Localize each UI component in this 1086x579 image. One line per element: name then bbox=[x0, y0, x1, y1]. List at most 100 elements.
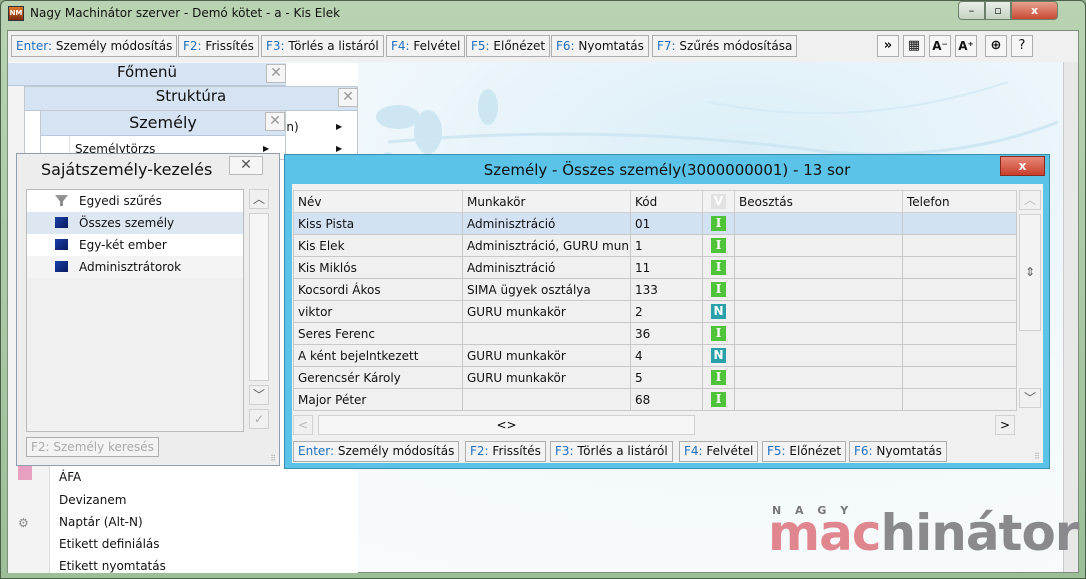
szemely-menu-close-icon[interactable]: ✕ bbox=[265, 112, 285, 131]
person-search-button[interactable]: F2: Személy keresés bbox=[26, 437, 159, 457]
menu-item-naptar[interactable]: Naptár (Alt-N) bbox=[59, 515, 143, 529]
cell-kod: 36 bbox=[630, 322, 703, 345]
cell-munkakor: SIMA ügyek osztálya bbox=[462, 278, 631, 301]
grid-vscroll-thumb[interactable]: ⇕ bbox=[1019, 214, 1041, 331]
menu-item-afa[interactable]: ÁFA bbox=[59, 470, 81, 484]
window-title: Nagy Machinátor szerver - Demó kötet - a… bbox=[30, 6, 341, 20]
cell-nev: Kis Miklós bbox=[293, 256, 463, 279]
cell-telefon bbox=[902, 366, 1017, 389]
table-row[interactable]: A ként bejelntkezett GURU munkakör 4 N bbox=[293, 344, 1017, 367]
close-button[interactable]: x bbox=[1011, 1, 1058, 20]
table-row[interactable]: Kis ElekAdminisztráció, GURU munkakör1I bbox=[293, 234, 1017, 257]
grid-scroll-left-icon[interactable]: < bbox=[293, 415, 313, 435]
toolbar-print-button[interactable]: F6: Nyomtatás bbox=[551, 35, 649, 57]
afa-icon bbox=[18, 466, 32, 480]
check-icon[interactable]: ✓ bbox=[249, 409, 269, 429]
grid-window: Személy - Összes személy(3000000001) - 1… bbox=[284, 154, 1050, 469]
menu-item-devizanem[interactable]: Devizanem bbox=[59, 493, 126, 507]
sajat-close-icon[interactable]: ✕ bbox=[229, 156, 263, 175]
grid-refresh-button[interactable]: F2: Frissítés bbox=[465, 441, 546, 462]
table-row[interactable]: Kis Miklós Adminisztráció 11 I bbox=[293, 256, 1017, 279]
cell-kod: 5 bbox=[630, 366, 703, 389]
cell-munkakor: GURU munkakör bbox=[462, 300, 631, 323]
menu-item-etikett-def[interactable]: Etikett definiálás bbox=[59, 537, 160, 551]
grid-scroll-up-icon[interactable]: ︿ bbox=[1019, 190, 1041, 210]
cell-v: I bbox=[702, 388, 735, 411]
layout-icon[interactable]: ▦ bbox=[903, 35, 925, 57]
grid-delete-button[interactable]: F3: Törlés a listáról bbox=[550, 441, 673, 462]
list-item-egyedi[interactable]: Egyedi szűrés bbox=[27, 190, 243, 212]
cell-telefon bbox=[902, 344, 1017, 367]
cell-kod: 68 bbox=[630, 388, 703, 411]
cell-telefon bbox=[902, 300, 1017, 323]
toolbar-delete-button[interactable]: F3: Törlés a listáról bbox=[261, 35, 384, 57]
list-item-egy-ket[interactable]: Egy-két ember bbox=[27, 234, 243, 256]
list-item-adminisztratorok[interactable]: Adminisztrátorok bbox=[27, 256, 243, 278]
table-row[interactable]: Gerencsér Károly GURU munkakör 5 I bbox=[293, 366, 1017, 389]
cell-telefon bbox=[902, 388, 1017, 411]
column-header-v[interactable]: V bbox=[702, 190, 735, 213]
scroll-down-icon[interactable]: ﹀ bbox=[249, 385, 269, 405]
cell-telefon bbox=[902, 322, 1017, 345]
grid-scroll-right-icon[interactable]: > bbox=[995, 415, 1015, 435]
sajat-scrollbar[interactable] bbox=[249, 213, 269, 381]
grid-window-title: Személy - Összes személy(3000000001) - 1… bbox=[483, 161, 851, 179]
toolbar-filter-button[interactable]: F7: Szűrés módosítása bbox=[652, 35, 798, 57]
column-header-telefon[interactable]: Telefon bbox=[902, 190, 1017, 213]
cell-kod: 133 bbox=[630, 278, 703, 301]
table-row[interactable]: Major Péter 68 I bbox=[293, 388, 1017, 411]
table-row[interactable]: Kiss Pista Adminisztráció 01 I bbox=[293, 212, 1017, 235]
navigate-icon[interactable]: ⊕ bbox=[985, 35, 1007, 57]
submenu-arrow-icon: ▶ bbox=[336, 144, 343, 153]
column-header-nev[interactable]: Név bbox=[293, 190, 463, 213]
scroll-up-icon[interactable]: ︿ bbox=[249, 189, 269, 209]
resize-grip-icon[interactable]: ⠿ bbox=[1034, 452, 1040, 461]
list-item-osszes[interactable]: Összes személy bbox=[27, 212, 243, 234]
font-smaller-icon[interactable]: A⁻ bbox=[929, 35, 951, 57]
column-header-beosztas[interactable]: Beosztás bbox=[734, 190, 903, 213]
app-icon: NM bbox=[8, 6, 24, 21]
toolbar-refresh-button[interactable]: F2: Frissítés bbox=[178, 35, 259, 57]
table-row[interactable]: viktor GURU munkakör 2 N bbox=[293, 300, 1017, 323]
table-row[interactable]: Seres Ferenc 36 I bbox=[293, 322, 1017, 345]
status-badge: I bbox=[711, 370, 726, 385]
minimize-button[interactable]: – bbox=[958, 1, 985, 20]
column-header-munkakor[interactable]: Munkakör bbox=[462, 190, 631, 213]
sajat-title: Sajátszemély-kezelés bbox=[41, 160, 213, 179]
maximize-button[interactable]: ▫ bbox=[985, 1, 1011, 20]
cell-nev: Gerencsér Károly bbox=[293, 366, 463, 389]
grid-scroll-down-icon[interactable]: ﹀ bbox=[1019, 388, 1041, 408]
grid-add-button[interactable]: F4: Felvétel bbox=[679, 441, 759, 462]
cell-telefon bbox=[902, 278, 1017, 301]
menu-item-etikett-nyomt[interactable]: Etikett nyomtatás bbox=[59, 559, 166, 573]
table-row[interactable]: Kocsordi Ákos SIMA ügyek osztálya 133 I bbox=[293, 278, 1017, 301]
grid-hscroll-thumb[interactable]: <> bbox=[318, 415, 695, 435]
grid-print-button[interactable]: F6: Nyomtatás bbox=[849, 441, 947, 462]
grid-close-icon[interactable]: x bbox=[1000, 156, 1045, 176]
column-header-kod[interactable]: Kód bbox=[630, 190, 703, 213]
submenu-arrow-icon: ▶ bbox=[336, 122, 343, 131]
cell-v: I bbox=[702, 234, 735, 257]
status-badge: I bbox=[711, 260, 726, 275]
help-icon[interactable]: ? bbox=[1011, 35, 1033, 57]
cell-telefon bbox=[902, 212, 1017, 235]
cell-munkakor: Adminisztráció, GURU munkakör bbox=[462, 234, 631, 257]
cell-nev: Seres Ferenc bbox=[293, 322, 463, 345]
more-icon[interactable]: » bbox=[877, 35, 899, 57]
struktura-close-icon[interactable]: ✕ bbox=[338, 88, 358, 107]
status-badge: N bbox=[711, 304, 726, 319]
toolbar-modify-button[interactable]: Enter: Személy módosítás bbox=[11, 35, 178, 57]
cell-kod: 1 bbox=[630, 234, 703, 257]
cell-munkakor bbox=[462, 322, 631, 345]
main-scrollbar[interactable] bbox=[1063, 62, 1078, 572]
grid-modify-button[interactable]: Enter: Személy módosítás bbox=[293, 441, 460, 462]
grid-preview-button[interactable]: F5: Előnézet bbox=[762, 441, 847, 462]
toolbar-preview-button[interactable]: F5: Előnézet bbox=[466, 35, 551, 57]
toolbar-add-button[interactable]: F4: Felvétel bbox=[386, 35, 466, 57]
cell-v: N bbox=[702, 300, 735, 323]
fomenu-close-icon[interactable]: ✕ bbox=[266, 64, 286, 83]
cell-nev: Major Péter bbox=[293, 388, 463, 411]
font-larger-icon[interactable]: A⁺ bbox=[955, 35, 977, 57]
cell-kod: 2 bbox=[630, 300, 703, 323]
resize-grip-icon[interactable]: ⠿ bbox=[270, 454, 276, 463]
